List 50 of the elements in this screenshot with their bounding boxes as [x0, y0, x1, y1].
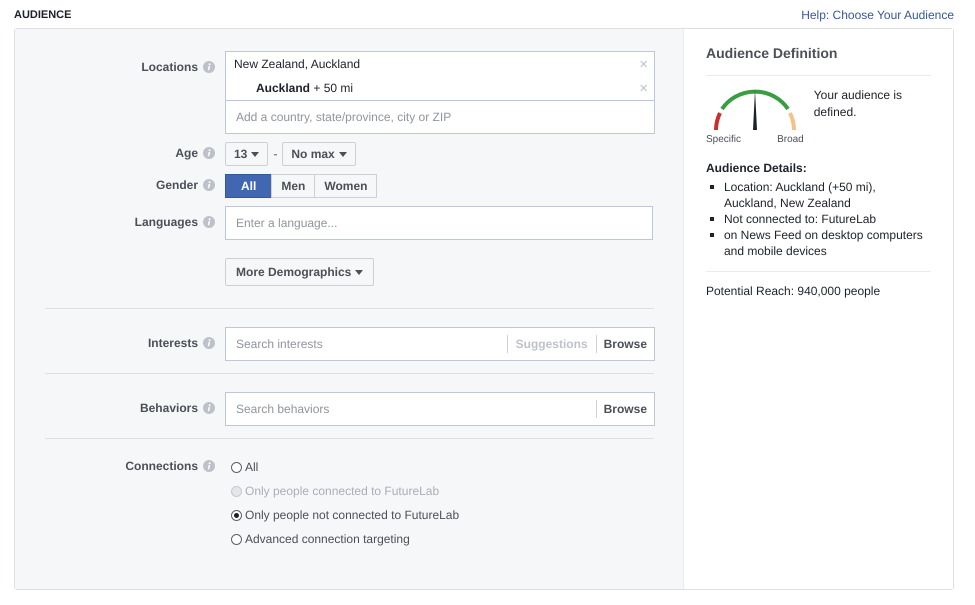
radio-button[interactable] — [231, 462, 242, 472]
radio-button[interactable] — [231, 510, 242, 520]
radio-label: Advanced connection targeting — [245, 532, 410, 546]
detail-item: Not connected to: FutureLab — [724, 211, 876, 227]
behaviors-field[interactable]: Search behaviors Browse — [225, 392, 655, 426]
detail-item: on News Feed on desktop computers and mobile devices — [724, 227, 924, 259]
age-min-dropdown[interactable]: 13 — [225, 142, 268, 166]
caret-icon — [251, 152, 260, 156]
gauge-label: Broad — [777, 134, 804, 145]
more-demographics-button[interactable]: More Demographics — [225, 258, 374, 286]
caret-icon — [338, 152, 347, 156]
age-max-dropdown[interactable]: No max — [282, 142, 356, 166]
gender-option[interactable]: Women — [314, 174, 378, 198]
gender-option[interactable]: Men — [271, 174, 316, 198]
field-label: Interests — [148, 336, 198, 350]
browse-button[interactable]: Browse — [596, 335, 654, 353]
details-title: Audience Details: — [706, 161, 808, 175]
info-icon[interactable] — [203, 147, 215, 159]
radio-label: All — [245, 460, 258, 474]
field-label: Locations — [141, 60, 198, 74]
location-item: Auckland + 50 mi — [256, 81, 354, 95]
info-icon[interactable] — [203, 216, 215, 228]
locations-field[interactable]: New Zealand, Auckland × Auckland + 50 mi × Add a country, state/province, city or ZIP — [225, 51, 655, 134]
section-title: AUDIENCE — [14, 8, 72, 20]
field-label: Age — [175, 146, 198, 160]
info-icon[interactable] — [203, 61, 215, 73]
info-icon[interactable] — [203, 179, 215, 191]
audience-status: Your audience is defined. — [814, 87, 904, 121]
language-field[interactable]: Enter a language... — [225, 206, 653, 240]
info-icon[interactable] — [203, 460, 215, 472]
info-icon[interactable] — [203, 337, 215, 349]
panel-title: Audience Definition — [706, 45, 931, 76]
field-label: Connections — [125, 459, 198, 473]
potential-reach: Potential Reach: 940,000 people — [706, 284, 882, 298]
age-separator: - — [273, 147, 278, 161]
caret-icon — [355, 270, 364, 274]
field-label: Languages — [134, 215, 198, 229]
field-label: Gender — [156, 178, 198, 192]
location-item: New Zealand, Auckland — [234, 57, 360, 71]
field-label: Behaviors — [140, 401, 198, 415]
help-link[interactable]: Help: Choose Your Audience — [801, 8, 954, 22]
radio-button[interactable] — [231, 534, 242, 544]
gauge-label: Specific — [706, 134, 742, 145]
detail-item: Location: Auckland (+50 mi), Auckland, New Zealand — [724, 179, 877, 211]
info-icon[interactable] — [203, 402, 215, 414]
radio-label: Only people not connected to FutureLab — [245, 508, 460, 522]
radio-label: Only people connected to FutureLab — [245, 484, 440, 498]
gender-option[interactable]: All — [225, 174, 272, 198]
interests-field[interactable]: Search interests Suggestions Browse — [225, 327, 655, 361]
browse-button[interactable]: Browse — [596, 400, 654, 418]
